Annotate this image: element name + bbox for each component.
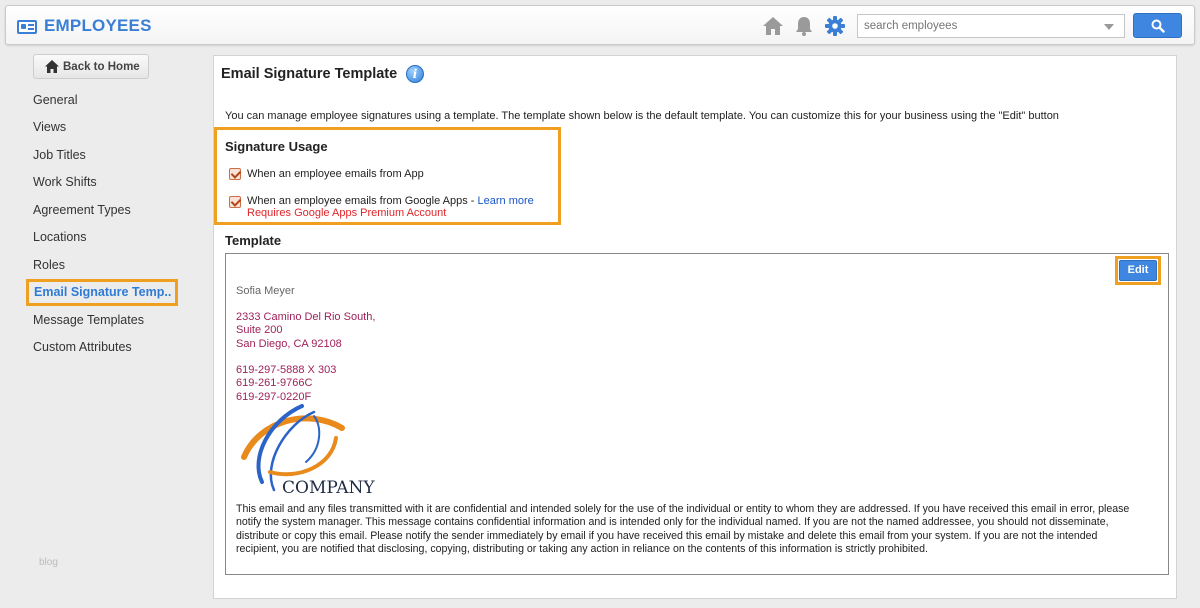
signature-address-line: 2333 Camino Del Rio South,: [236, 311, 376, 323]
sidebar-item-general[interactable]: General: [33, 93, 77, 107]
google-apps-usage-text: When an employee emails from Google Apps…: [247, 195, 478, 207]
sidebar-item-message-templates[interactable]: Message Templates: [33, 313, 144, 327]
blog-link[interactable]: blog: [39, 557, 58, 568]
bell-icon[interactable]: [793, 15, 815, 37]
employees-app-icon: [17, 20, 37, 34]
signature-usage-title: Signature Usage: [225, 139, 328, 154]
signature-address-line: San Diego, CA 92108: [236, 338, 342, 350]
gear-icon[interactable]: [824, 15, 846, 37]
app-header: EMPLOYEES: [5, 5, 1195, 45]
app-usage-label: When an employee emails from App: [247, 168, 424, 180]
signature-phone-line: 619-297-5888 X 303: [236, 364, 337, 376]
sidebar-item-email-signature-template[interactable]: Email Signature Temp..: [26, 279, 178, 306]
search-field[interactable]: [857, 14, 1125, 38]
search-input[interactable]: [858, 15, 1093, 37]
premium-requirement-note: Requires Google Apps Premium Account: [247, 207, 447, 219]
page-description: You can manage employee signatures using…: [225, 110, 1059, 122]
home-icon[interactable]: [762, 15, 784, 37]
sidebar-item-locations[interactable]: Locations: [33, 230, 87, 244]
signature-phone-line: 619-261-9766C: [236, 377, 313, 389]
app-title: EMPLOYEES: [44, 16, 152, 35]
page-title: Email Signature Template: [221, 66, 398, 82]
company-logo: COMPANY: [241, 404, 375, 497]
sidebar-item-job-titles[interactable]: Job Titles: [33, 148, 86, 162]
sidebar-item-work-shifts[interactable]: Work Shifts: [33, 175, 97, 189]
sidebar-item-views[interactable]: Views: [33, 120, 66, 134]
main-panel: Email Signature Template i You can manag…: [213, 55, 1177, 599]
sidebar-item-custom-attributes[interactable]: Custom Attributes: [33, 340, 132, 354]
learn-more-link[interactable]: Learn more: [478, 195, 534, 207]
info-icon[interactable]: i: [406, 65, 424, 83]
sidebar-item-roles[interactable]: Roles: [33, 258, 65, 272]
signature-address-line: Suite 200: [236, 324, 283, 336]
google-apps-usage-checkbox[interactable]: [229, 196, 241, 208]
search-icon: [1151, 19, 1165, 33]
signature-disclaimer: This email and any files transmitted wit…: [236, 503, 1130, 556]
edit-button[interactable]: Edit: [1119, 260, 1157, 281]
signature-usage-section: Signature Usage When an employee emails …: [214, 127, 561, 225]
back-to-home-label: Back to Home: [63, 61, 140, 73]
home-icon: [45, 60, 59, 73]
google-apps-usage-label: When an employee emails from Google Apps…: [247, 195, 534, 207]
sidebar-item-agreement-types[interactable]: Agreement Types: [33, 203, 131, 217]
chevron-down-icon[interactable]: [1104, 24, 1114, 30]
edit-button-highlight: Edit: [1115, 256, 1161, 285]
signature-name: Sofia Meyer: [236, 285, 295, 297]
template-title: Template: [225, 233, 282, 248]
back-to-home-button[interactable]: Back to Home: [33, 54, 149, 79]
company-logo-text: COMPANY: [282, 478, 375, 497]
app-usage-checkbox[interactable]: [229, 168, 241, 180]
template-preview: Edit Sofia Meyer 2333 Camino Del Rio Sou…: [225, 253, 1169, 575]
search-button[interactable]: [1133, 13, 1182, 38]
